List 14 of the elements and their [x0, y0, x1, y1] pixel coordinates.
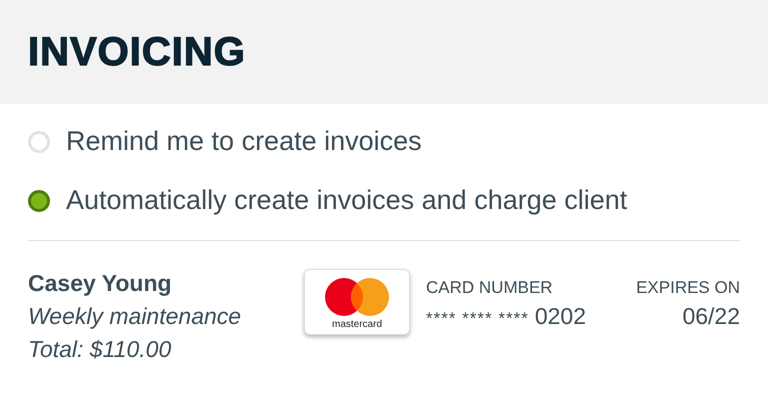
card-circles-icon — [324, 277, 390, 317]
option-label: Remind me to create invoices — [66, 126, 422, 157]
card-last-digits: 0202 — [534, 303, 586, 330]
card-number-label: CARD NUMBER — [426, 277, 554, 299]
expiry-label: EXPIRES ON — [636, 277, 740, 299]
option-label: Automatically create invoices and charge client — [66, 185, 628, 216]
expiry-date: 06/22 — [681, 303, 740, 330]
service-name: Weekly maintenance — [28, 302, 242, 331]
client-name: Casey Young — [28, 269, 173, 298]
total-amount: Total: $110.00 — [28, 335, 172, 364]
radio-button[interactable] — [28, 190, 50, 212]
brand-name: mastercard — [332, 319, 382, 330]
page-title: INVOICING — [28, 30, 246, 74]
masked-digits: **** **** **** — [426, 309, 529, 329]
